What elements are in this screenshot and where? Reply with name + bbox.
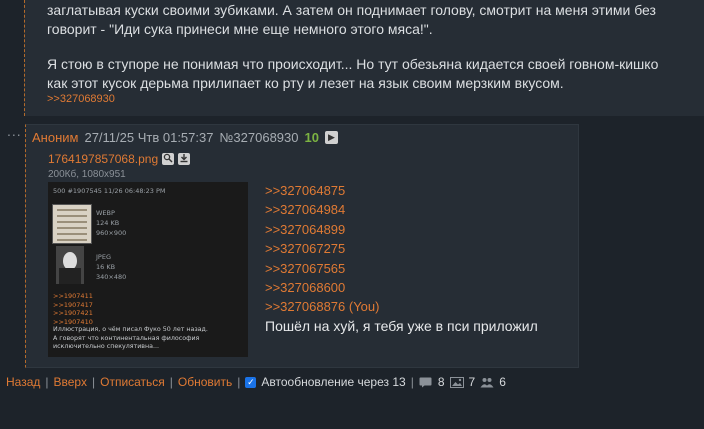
file-meta: 200Кб, 1080x951 [48,169,126,180]
reply-link[interactable]: >>327068876 (You) [265,297,379,316]
images-count: 7 [468,375,476,389]
thumbnail-meta-text: WEBP [96,209,115,217]
refresh-link[interactable]: Обновить [178,375,232,389]
post-datetime: 27/11/25 Чтв 01:57:37 [84,130,214,145]
posters-count: 6 [499,375,506,389]
reply-links: >>327064875 >>327064984 >>327064899 >>32… [265,181,379,317]
autorefresh-label[interactable]: Автообновление через 13 [261,375,405,389]
thumbnail-link: >>1907411 [53,292,93,300]
thread-ellipsis: ... [7,123,22,139]
posts-count: 8 [437,375,445,389]
thumbnail-image-portrait [56,246,84,284]
previous-post: заглатывая куски своими зубиками. А зате… [24,0,704,116]
thumbnail-text-line: исключительно спекулятивна... [53,343,159,350]
post-image-thumbnail[interactable]: 500 #1907545 11/26 06:48:23 PM WEBP 124 … [48,182,248,357]
file-name-link[interactable]: 1764197857068.png [48,152,158,166]
post-likes: 10 [304,130,319,145]
reply-link[interactable]: >>327064899 [265,220,379,239]
thumbnail-meta-text: 124 KB [96,219,120,227]
thumbnail-meta-text: 16 KB [96,263,116,271]
reply-link[interactable]: >>327064875 [265,181,379,200]
search-icon[interactable] [162,153,175,165]
thumbnail-link: >>1907417 [53,300,93,309]
thumbnail-meta-1: WEBP 124 KB 960×900 [96,208,126,238]
thumbnail-text-line: Иллюстрация, о чём писал Фуко 50 лет наз… [53,326,208,333]
previous-post-text-line: Я стою в ступоре не понимая что происход… [47,56,659,72]
posters-count-icon [480,377,494,388]
thumbnail-meta-text: JPEG [96,253,111,261]
thumbnail-links: >>1907411 >>1907417 >>1907421 >>1907410 [53,292,93,326]
download-icon[interactable] [178,153,191,165]
reply-link[interactable]: >>327064984 [265,200,379,219]
post: Аноним 27/11/25 Чтв 01:57:37 №327068930 … [25,124,579,368]
unsubscribe-link[interactable]: Отписаться [100,375,165,389]
file-info: 1764197857068.png [48,152,191,166]
posts-count-icon [419,377,433,388]
images-count-icon [449,376,464,388]
thumbnail-link: >>1907421 [53,309,93,317]
play-icon[interactable]: ▶ [324,131,338,144]
thread-nav-bar: Назад | Вверх | Отписаться | Обновить | … [6,375,506,389]
post-text: Пошёл на хуй, я тебя уже в пси приложил [265,318,538,334]
previous-post-text-line: говорит - "Иди сука принеси мне еще немн… [47,21,433,37]
back-link[interactable]: Назад [6,375,40,389]
thumbnail-text-line: А говорят что континентальная философия [53,334,200,342]
thumbnail-meta-text: 340×480 [96,273,127,281]
separator: | [237,375,241,389]
reply-link[interactable]: >>327067565 [265,259,379,278]
separator: | [169,375,173,389]
previous-post-text-line: как этот кусок дерьма прилипает ко рту и… [47,75,564,91]
separator: | [410,375,414,389]
thumbnail-meta-2: JPEG 16 KB 340×480 [96,252,126,282]
separator: | [91,375,96,389]
thumbnail-meta-text: 960×900 [96,229,127,237]
previous-post-text-line: заглатывая куски своими зубиками. А зате… [47,2,656,18]
reply-link[interactable]: >>327067275 [265,239,379,258]
thumbnail-text: Иллюстрация, о чём писал Фуко 50 лет наз… [53,326,245,352]
thumbnail-image-document [52,204,92,244]
post-header: Аноним 27/11/25 Чтв 01:57:37 №327068930 … [32,130,338,145]
autorefresh-checkbox[interactable]: ✓ [245,376,257,388]
post-number[interactable]: №327068930 [219,130,298,145]
thumbnail-header: 500 #1907545 11/26 06:48:23 PM [53,187,166,195]
post-author[interactable]: Аноним [32,130,78,145]
top-link[interactable]: Вверх [54,375,87,389]
previous-post-reply-link[interactable]: >>327068930 [47,93,115,105]
thumbnail-link: >>1907410 [53,317,93,326]
separator: | [45,375,49,389]
reply-link[interactable]: >>327068600 [265,278,379,297]
